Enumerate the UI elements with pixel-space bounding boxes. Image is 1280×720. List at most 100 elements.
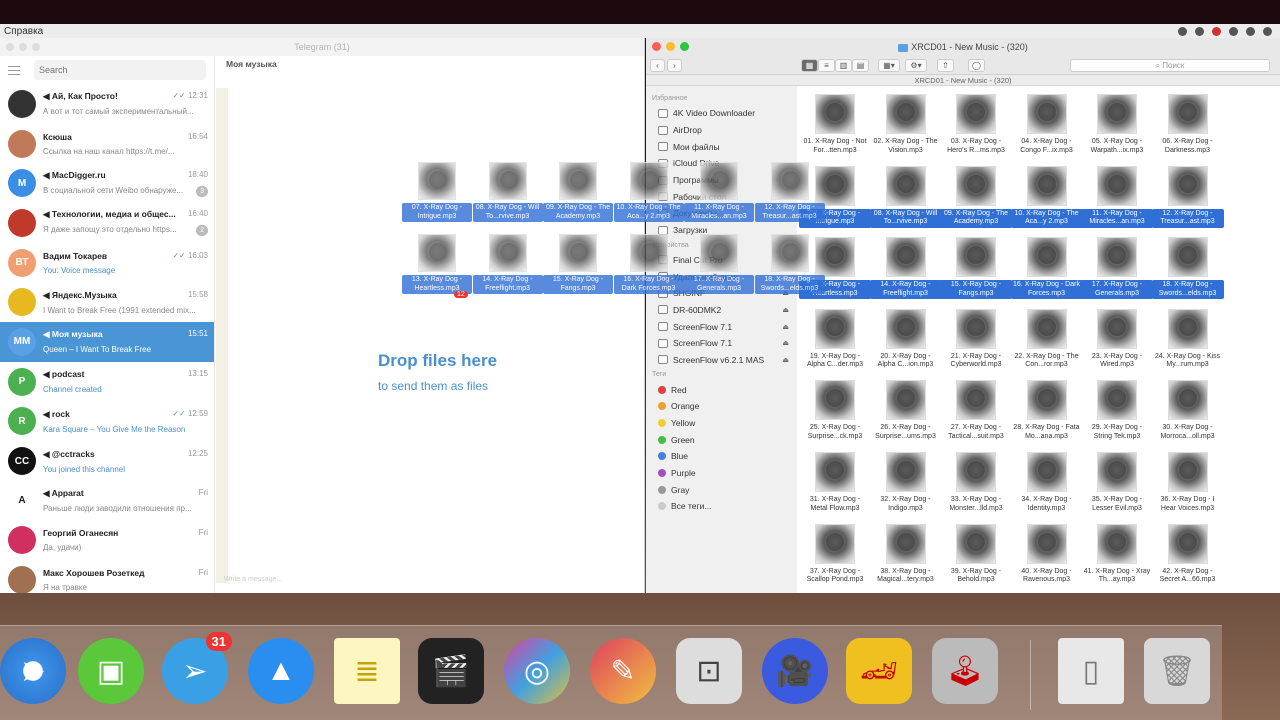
file-item[interactable]: 27. X-Ray Dog - Tactical...suit.mp3 bbox=[940, 380, 1012, 450]
file-item[interactable]: 01. X-Ray Dog - Not For...tten.mp3 bbox=[799, 94, 871, 164]
status-icon[interactable] bbox=[1229, 26, 1238, 36]
icon-view-button[interactable]: ▦ bbox=[801, 59, 818, 72]
file-item[interactable]: 33. X-Ray Dog - Monster...lld.mp3 bbox=[940, 452, 1012, 522]
status-icon[interactable] bbox=[1263, 26, 1272, 36]
file-item[interactable]: 38. X-Ray Dog - Magical...tery.mp3 bbox=[870, 523, 942, 593]
file-item[interactable]: 04. X-Ray Dog - Congo F...ix.mp3 bbox=[1011, 94, 1083, 164]
file-item[interactable]: 24. X-Ray Dog - Kiss My...rum.mp3 bbox=[1152, 308, 1224, 379]
arrange-button[interactable]: ▦▾ bbox=[878, 59, 900, 72]
chat-item[interactable]: ММ ◀ Моя музыка 15:51 Queen – I Want To Bre… bbox=[0, 322, 214, 362]
file-icon[interactable]: ▯ bbox=[1058, 638, 1124, 704]
trash-icon[interactable]: 🗑 bbox=[1144, 638, 1210, 704]
sidebar-device-item[interactable]: ScreenFlow v6.2.1 MAS ⏏ bbox=[646, 352, 797, 369]
telegram-icon[interactable]: ➢ 31 bbox=[162, 632, 232, 704]
chat-item[interactable]: CC ◀ @cctracks 12:25 You joined this channe… bbox=[0, 441, 214, 481]
file-item[interactable]: 32. X-Ray Dog - Indigo.mp3 bbox=[870, 452, 942, 522]
chat-item[interactable]: Ксюша 16:54 Ссылка на наш канал https://t.… bbox=[0, 124, 214, 164]
file-item[interactable]: 09. X-Ray Dog - The Academy.mp3 bbox=[940, 165, 1012, 236]
action-button[interactable]: ⚙▾ bbox=[905, 59, 927, 72]
column-view-button[interactable]: ▥ bbox=[835, 59, 852, 72]
share-button[interactable]: ⇧ bbox=[937, 59, 954, 72]
list-view-button[interactable]: ≡ bbox=[818, 59, 835, 72]
minimize-button[interactable] bbox=[19, 43, 27, 51]
file-item[interactable]: 30. X-Ray Dog - Morroca...oll.mp3 bbox=[1152, 380, 1224, 450]
status-icon[interactable] bbox=[1246, 26, 1255, 36]
eject-icon[interactable]: ⏏ bbox=[782, 323, 789, 331]
sidebar-favorite-item[interactable]: 4K Video Downloader bbox=[646, 105, 797, 122]
sidebar-tag-item[interactable]: Green bbox=[646, 431, 797, 448]
chat-item[interactable]: M ◀ MacDigger.ru 18:40 В социальной сети We… bbox=[0, 163, 214, 203]
file-item[interactable]: 31. X-Ray Dog - Metal Flow.mp3 bbox=[799, 452, 871, 522]
file-item[interactable]: 35. X-Ray Dog - Lesser Evil.mp3 bbox=[1081, 452, 1153, 522]
file-item[interactable]: 42. X-Ray Dog - Secret A...66.mp3 bbox=[1152, 523, 1224, 593]
sidebar-tag-item[interactable]: Yellow bbox=[646, 415, 797, 432]
filmora-icon[interactable]: ▣ bbox=[78, 638, 144, 704]
tags-button[interactable]: ◯ bbox=[968, 59, 985, 72]
sidebar-tag-item[interactable]: Red bbox=[646, 381, 797, 398]
file-item[interactable]: 16. X-Ray Dog - Dark Forces.mp3 bbox=[1010, 237, 1083, 307]
sidebar-favorite-item[interactable]: AirDrop bbox=[646, 122, 797, 139]
eject-icon[interactable]: ⏏ bbox=[782, 339, 789, 347]
file-item[interactable]: 37. X-Ray Dog - Scallop Pond.mp3 bbox=[799, 523, 871, 593]
file-item[interactable]: 29. X-Ray Dog - String Tek.mp3 bbox=[1081, 380, 1153, 450]
sidebar-tag-item[interactable]: Все теги... bbox=[646, 498, 797, 515]
eject-icon[interactable]: ⏏ bbox=[782, 306, 789, 314]
finder-search[interactable]: ⌕ Поиск bbox=[1070, 59, 1270, 72]
chat-item[interactable]: ◀ Яндекс.Музыка 15:58 I Want to Break Free… bbox=[0, 282, 214, 322]
sidebar-tag-item[interactable]: Orange bbox=[646, 398, 797, 415]
forward-button[interactable]: › bbox=[667, 59, 682, 72]
file-item[interactable]: 41. X-Ray Dog - Xray Th...ay.mp3 bbox=[1081, 523, 1153, 593]
chat-item[interactable]: ВТ Вадим Токарев ✓✓ 16:03 You: Voice messag… bbox=[0, 243, 214, 283]
menu-icon[interactable] bbox=[8, 65, 20, 75]
file-item[interactable]: 10. X-Ray Dog - The Aca...y 2.mp3 bbox=[1010, 165, 1083, 236]
file-item[interactable]: 14. X-Ray Dog - Freeflight.mp3 bbox=[869, 237, 942, 307]
sidebar-device-item[interactable]: DR-60DMK2 ⏏ bbox=[646, 302, 797, 319]
file-item[interactable]: 02. X-Ray Dog - The Vision.mp3 bbox=[870, 94, 942, 164]
message-input[interactable]: Write a message... bbox=[224, 576, 634, 588]
zoom-button[interactable] bbox=[32, 43, 40, 51]
chat-item[interactable]: A ◀ Apparat Fri Раньше люди заводили отноше… bbox=[0, 481, 214, 521]
chat-item[interactable]: ◀ Ай, Как Просто! ✓✓ 12:31 А вот и тот сам… bbox=[0, 84, 214, 124]
close-button[interactable] bbox=[652, 42, 661, 51]
status-icon[interactable] bbox=[1195, 26, 1204, 36]
status-icon[interactable] bbox=[1212, 26, 1221, 36]
file-item[interactable]: 21. X-Ray Dog - Cyberworld.mp3 bbox=[940, 308, 1012, 379]
screenflow-icon[interactable]: ⊡ bbox=[676, 638, 742, 704]
chat-item[interactable]: R ◀ rock ✓✓ 12:59 Kara Square – You Give Me… bbox=[0, 402, 214, 442]
file-item[interactable]: 25. X-Ray Dog - Surprise...ck.mp3 bbox=[799, 380, 871, 450]
file-item[interactable]: 11. X-Ray Dog - Miracles...an.mp3 bbox=[1081, 165, 1153, 236]
file-item[interactable]: 39. X-Ray Dog - Behold.mp3 bbox=[940, 523, 1012, 593]
file-item[interactable]: 40. X-Ray Dog - Ravenous.mp3 bbox=[1011, 523, 1083, 593]
notes-icon[interactable]: ≣ bbox=[334, 638, 400, 704]
file-item[interactable]: 34. X-Ray Dog - Identity.mp3 bbox=[1011, 452, 1083, 522]
sidebar-favorite-item[interactable]: Мои файлы bbox=[646, 138, 797, 155]
search-input[interactable] bbox=[34, 60, 206, 80]
file-item[interactable]: 05. X-Ray Dog - Warpath...ix.mp3 bbox=[1081, 94, 1153, 164]
file-item[interactable]: 18. X-Ray Dog - Swords...elds.mp3 bbox=[1151, 237, 1224, 307]
file-item[interactable]: 26. X-Ray Dog - Surprise...ums.mp3 bbox=[870, 380, 942, 450]
status-icon[interactable] bbox=[1178, 26, 1187, 36]
chat-item[interactable]: Георгий Оганесян Fri Да, удачи) bbox=[0, 521, 214, 561]
chat-item[interactable]: P ◀ podcast 13:15 Channel created bbox=[0, 362, 214, 402]
file-item[interactable]: 08. X-Ray Dog - Will To...rvive.mp3 bbox=[869, 165, 942, 236]
sidebar-device-item[interactable]: ScreenFlow 7.1 ⏏ bbox=[646, 335, 797, 352]
sidebar-tag-item[interactable]: Purple bbox=[646, 465, 797, 482]
zoom-button[interactable] bbox=[680, 42, 689, 51]
safari-icon[interactable]: ➤ bbox=[0, 638, 66, 704]
file-item[interactable]: 03. X-Ray Dog - Hero's R...ms.mp3 bbox=[940, 94, 1012, 164]
testflight-icon[interactable]: ▲ bbox=[248, 638, 314, 704]
menu-help[interactable]: Справка bbox=[4, 26, 43, 37]
chat-item[interactable]: Макс Хорошев Розеткед Fri Я на травке bbox=[0, 560, 214, 593]
motion-icon[interactable]: ◎ bbox=[504, 638, 570, 704]
file-item[interactable]: 19. X-Ray Dog - Alpha C...der.mp3 bbox=[799, 308, 871, 379]
chat-item[interactable]: ◀ Технологии, медиа и общес... 16:40 Я даж… bbox=[0, 203, 214, 243]
file-item[interactable]: 36. X-Ray Dog - I Hear Voices.mp3 bbox=[1152, 452, 1224, 522]
file-item[interactable]: 12. X-Ray Dog - Treasur...ast.mp3 bbox=[1151, 165, 1224, 236]
file-item[interactable]: 17. X-Ray Dog - Generals.mp3 bbox=[1081, 237, 1153, 307]
back-button[interactable]: ‹ bbox=[650, 59, 665, 72]
racing-game-icon[interactable]: 🏎 bbox=[846, 638, 912, 704]
gallery-view-button[interactable]: ▤ bbox=[852, 59, 869, 72]
imovie-icon[interactable]: 🎥 bbox=[762, 638, 828, 704]
close-button[interactable] bbox=[6, 43, 14, 51]
sidebar-device-item[interactable]: ScreenFlow 7.1 ⏏ bbox=[646, 318, 797, 335]
